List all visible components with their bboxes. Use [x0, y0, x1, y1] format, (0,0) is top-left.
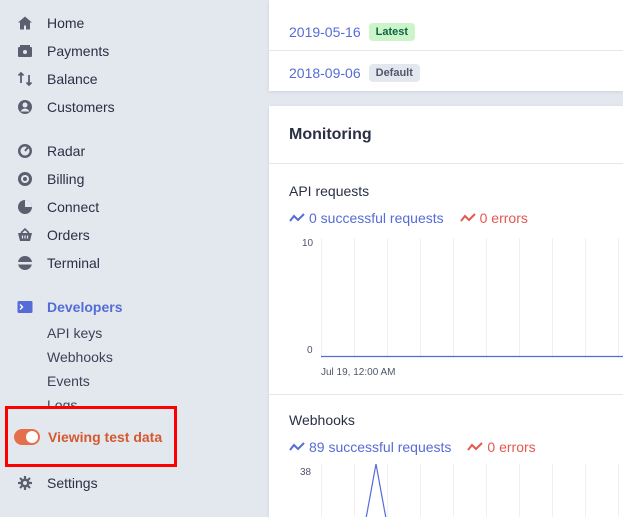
radar-icon — [16, 142, 34, 160]
divider — [269, 50, 623, 51]
webhooks-chart — [321, 464, 619, 517]
sidebar-subitem-api-keys[interactable]: API keys — [47, 323, 102, 343]
x-axis-label: Jul 19, 12:00 AM — [321, 367, 396, 378]
orders-icon — [16, 226, 34, 244]
sidebar-item-label: Customers — [47, 99, 115, 115]
legend-errors[interactable]: 0 errors — [467, 439, 536, 455]
version-row: 2019-05-16 Latest — [289, 21, 416, 43]
trend-line-icon — [289, 213, 305, 222]
monitoring-title: Monitoring — [289, 126, 372, 143]
balance-icon — [16, 70, 34, 88]
sidebar-item-label: Developers — [47, 299, 123, 315]
billing-icon — [16, 170, 34, 188]
home-icon — [16, 14, 34, 32]
trend-line-icon — [459, 213, 476, 222]
divider — [269, 163, 623, 164]
gear-icon — [16, 474, 34, 492]
sidebar-item-label: Settings — [47, 475, 98, 491]
webhooks-legend: 89 successful requests 0 errors — [289, 439, 552, 455]
sidebar-item-home[interactable]: Home — [16, 12, 84, 34]
trend-line-icon — [467, 442, 484, 451]
api-requests-title: API requests — [289, 183, 370, 199]
sidebar-item-label: Balance — [47, 71, 98, 87]
latest-badge: Latest — [368, 23, 416, 41]
version-date-link[interactable]: 2019-05-16 — [289, 24, 361, 40]
version-row: 2018-09-06 Default — [289, 62, 420, 84]
y-axis-max-label: 38 — [300, 467, 312, 478]
api-versions-card: 2019-05-16 Latest 2018-09-06 Default — [269, 0, 623, 91]
sidebar-subitem-events[interactable]: Events — [47, 371, 90, 391]
sidebar-item-connect[interactable]: Connect — [16, 196, 99, 218]
api-requests-chart — [321, 238, 623, 358]
sidebar-item-terminal[interactable]: Terminal — [16, 252, 100, 274]
sidebar-item-label: Payments — [47, 43, 110, 59]
default-badge: Default — [368, 64, 420, 82]
sidebar-item-settings[interactable]: Settings — [16, 472, 98, 494]
sidebar-item-label: Billing — [47, 171, 85, 187]
sidebar-item-orders[interactable]: Orders — [16, 224, 90, 246]
version-date-link[interactable]: 2018-09-06 — [289, 65, 361, 81]
sidebar-item-balance[interactable]: Balance — [16, 68, 98, 90]
sidebar-item-label: Orders — [47, 227, 90, 243]
sidebar-item-label: Connect — [47, 199, 100, 215]
api-requests-legend: 0 successful requests 0 errors — [289, 210, 544, 226]
sidebar: Home Payments Balance Customers Radar Bi… — [0, 0, 250, 517]
sidebar-item-label: Home — [47, 15, 85, 31]
y-axis-max-label: 10 — [302, 238, 314, 249]
connect-icon — [16, 198, 34, 216]
developers-icon — [16, 298, 34, 316]
legend-errors[interactable]: 0 errors — [459, 210, 528, 226]
sidebar-item-developers[interactable]: Developers — [16, 296, 122, 318]
divider — [269, 394, 623, 395]
terminal-icon — [16, 254, 34, 272]
sidebar-item-billing[interactable]: Billing — [16, 168, 84, 190]
sidebar-item-label: Radar — [47, 143, 86, 159]
payments-icon — [16, 42, 34, 60]
sidebar-item-payments[interactable]: Payments — [16, 40, 109, 62]
webhooks-success-series-line — [365, 464, 387, 517]
sidebar-item-label: Terminal — [47, 255, 100, 271]
legend-success[interactable]: 89 successful requests — [289, 439, 451, 455]
legend-success[interactable]: 0 successful requests — [289, 210, 444, 226]
monitoring-card: Monitoring API requests 0 successful req… — [269, 106, 623, 517]
y-axis-min-label: 0 — [307, 345, 313, 356]
sidebar-subitem-webhooks[interactable]: Webhooks — [47, 347, 113, 367]
webhooks-title: Webhooks — [289, 412, 355, 428]
sidebar-item-customers[interactable]: Customers — [16, 96, 115, 118]
trend-line-icon — [289, 442, 305, 451]
sidebar-item-radar[interactable]: Radar — [16, 140, 85, 162]
customers-icon — [16, 98, 34, 116]
highlight-annotation-box — [5, 406, 177, 467]
